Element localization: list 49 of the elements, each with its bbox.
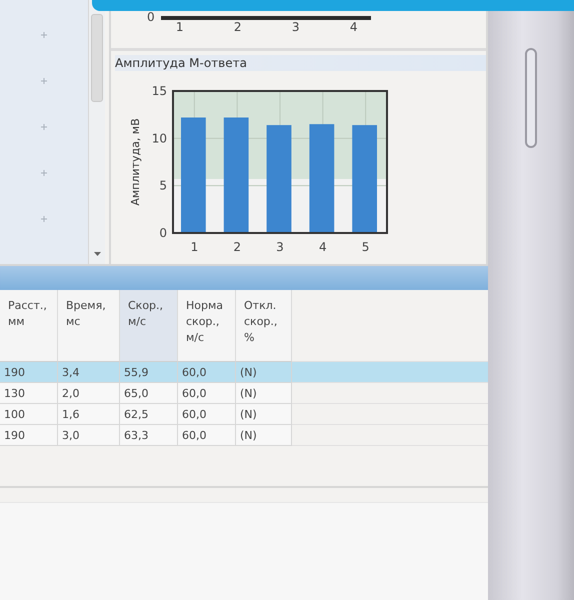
axis-tick-label: 3 [292,20,300,34]
table-cell: 55,9 [120,362,178,383]
table-cell: 190 [0,362,58,383]
scrollbar[interactable] [88,0,105,264]
table-cell: 3,4 [58,362,120,383]
axis-tick-label: 4 [350,20,358,34]
table-cell: (N) [236,362,292,383]
plus-icon[interactable] [41,124,47,130]
down-arrow-icon[interactable] [94,252,100,256]
table-cell: 100 [0,404,58,425]
axis-tick-label: 0 [147,11,155,26]
plus-icon[interactable] [41,32,47,38]
column-header[interactable]: Норма скор., м/с [178,290,236,362]
axis-tick-label: 3 [276,240,284,254]
axis-tick-label: 1 [176,20,184,34]
table-cell: 62,5 [120,404,178,425]
plus-icon[interactable] [41,170,47,176]
axis-tick-label: 0 [159,226,167,240]
axis-tick-label: 10 [152,131,167,146]
axis-tick-label: 15 [152,84,167,98]
table-cell: (N) [236,425,292,446]
column-header[interactable]: Расст., мм [0,290,58,362]
axis-tick-label: 5 [362,240,370,254]
table-cell: 65,0 [120,383,178,404]
scrollbar-thumb[interactable] [91,14,103,102]
axis-tick-label: 2 [234,20,242,34]
axis-tick-label: 2 [233,240,242,254]
axis-title: Амплитуда, мВ [129,118,142,206]
plus-icon[interactable] [41,78,47,84]
table-cell: 130 [0,383,58,404]
table-cell: 2,0 [58,383,120,404]
table-cell: 1,6 [58,404,120,425]
table-cell: 60,0 [178,383,236,404]
table-cell: (N) [236,404,292,425]
plus-icon[interactable] [41,216,47,222]
table-cell: 60,0 [178,362,236,383]
axis-tick-label: 4 [318,240,327,254]
table-cell: 3,0 [58,425,120,446]
table-cell: 60,0 [178,425,236,446]
table-cell: 60,0 [178,404,236,425]
column-header[interactable]: Скор., м/с [120,290,178,362]
table-cell: 190 [0,425,58,446]
chart-title: Амплитуда М-ответа [115,55,486,71]
column-header[interactable]: Время, мс [58,290,120,362]
axis-tick-label: 5 [159,178,167,193]
table-cell: (N) [236,383,292,404]
column-header[interactable]: Откл. скор., % [236,290,292,362]
axis-tick-label: 1 [190,240,198,254]
table-cell: 63,3 [120,425,178,446]
